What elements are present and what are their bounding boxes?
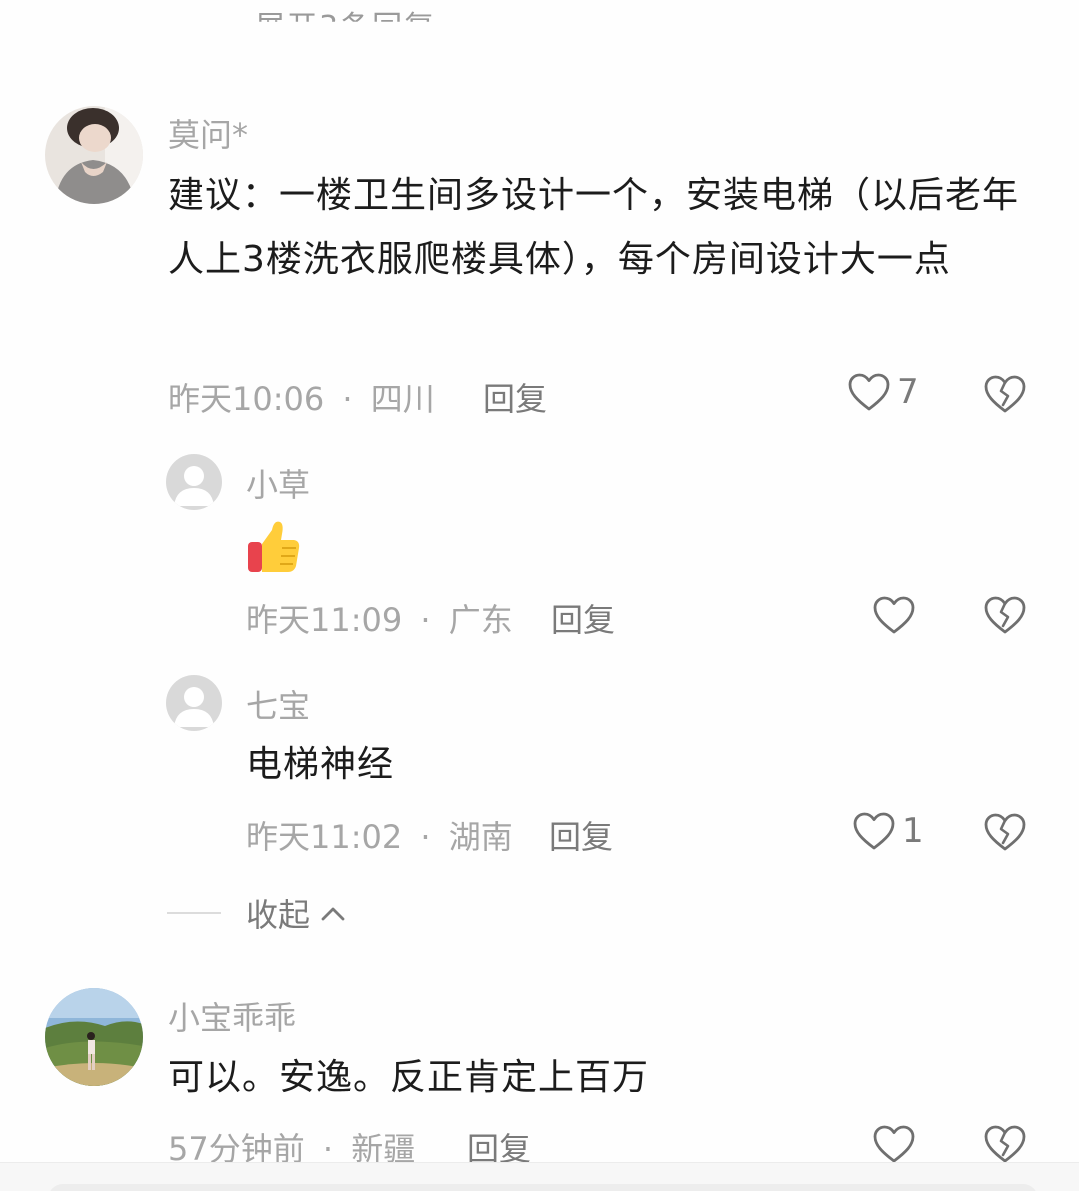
dislike-button[interactable]	[983, 812, 1027, 852]
comment-meta: 昨天11:09 · 广东	[246, 595, 513, 641]
heart-outline-icon	[873, 596, 915, 634]
collapse-label: 收起	[246, 896, 311, 934]
comment-thread: 展开3条回复 ⌄ 莫问* 建议：一楼卫生间多设计一个，安装电梯（以后老年人上3楼…	[0, 0, 1079, 1191]
heart-outline-icon	[847, 372, 891, 412]
dislike-button[interactable]	[983, 374, 1027, 414]
heart-outline-icon	[852, 811, 896, 851]
comment-text: 可以。安逸。反正肯定上百万	[168, 1057, 650, 1098]
heart-outline-icon	[873, 1125, 915, 1163]
avatar[interactable]	[45, 106, 143, 204]
meta-separator: ·	[420, 601, 431, 639]
comment-username[interactable]: 七宝	[246, 681, 310, 727]
comment-text: 电梯神经	[246, 744, 395, 785]
default-avatar-icon[interactable]	[166, 675, 222, 731]
dislike-button[interactable]	[983, 595, 1027, 635]
chevron-up-icon	[321, 907, 345, 921]
comment-location: 广东	[448, 601, 513, 639]
like-count: 7	[897, 372, 919, 412]
thumbs-up-emoji-icon	[248, 521, 300, 572]
default-avatar-icon[interactable]	[166, 454, 222, 510]
avatar[interactable]	[45, 988, 143, 1086]
dislike-button[interactable]	[983, 1124, 1027, 1164]
broken-heart-icon	[984, 596, 1026, 634]
comment-location: 四川	[370, 380, 435, 418]
comment-meta: 昨天10:06 · 四川	[168, 374, 435, 420]
comment-input[interactable]	[48, 1184, 1038, 1191]
collapse-divider	[167, 912, 221, 914]
broken-heart-icon	[984, 375, 1026, 413]
like-count: 1	[902, 811, 924, 851]
collapse-replies-button[interactable]: 收起	[246, 890, 346, 936]
reply-button[interactable]: 回复	[549, 812, 613, 858]
like-button[interactable]	[872, 595, 916, 635]
comment-location: 湖南	[448, 818, 513, 856]
comment-time: 昨天10:06	[168, 380, 325, 418]
broken-heart-icon	[984, 813, 1026, 851]
comment-username[interactable]: 小宝乖乖	[168, 993, 296, 1039]
comment-time: 昨天11:09	[246, 601, 403, 639]
meta-separator: ·	[420, 818, 431, 856]
like-button[interactable]: 7	[847, 372, 919, 412]
reply-button[interactable]: 回复	[551, 595, 615, 641]
like-button[interactable]: 1	[852, 811, 924, 851]
comment-text: 建议：一楼卫生间多设计一个，安装电梯（以后老年人上3楼洗衣服爬楼具体），每个房间…	[168, 175, 1020, 280]
comment-time: 昨天11:02	[246, 818, 403, 856]
like-button[interactable]	[872, 1124, 916, 1164]
meta-separator: ·	[342, 380, 353, 418]
comment-meta: 昨天11:02 · 湖南	[246, 812, 513, 858]
expand-replies-link[interactable]: 展开3条回复 ⌄	[255, 2, 475, 22]
reply-button[interactable]: 回复	[483, 374, 547, 420]
broken-heart-icon	[984, 1125, 1026, 1163]
comment-username[interactable]: 小草	[246, 460, 310, 506]
comment-text: 👍	[246, 516, 302, 576]
comment-username[interactable]: 莫问*	[168, 110, 248, 156]
